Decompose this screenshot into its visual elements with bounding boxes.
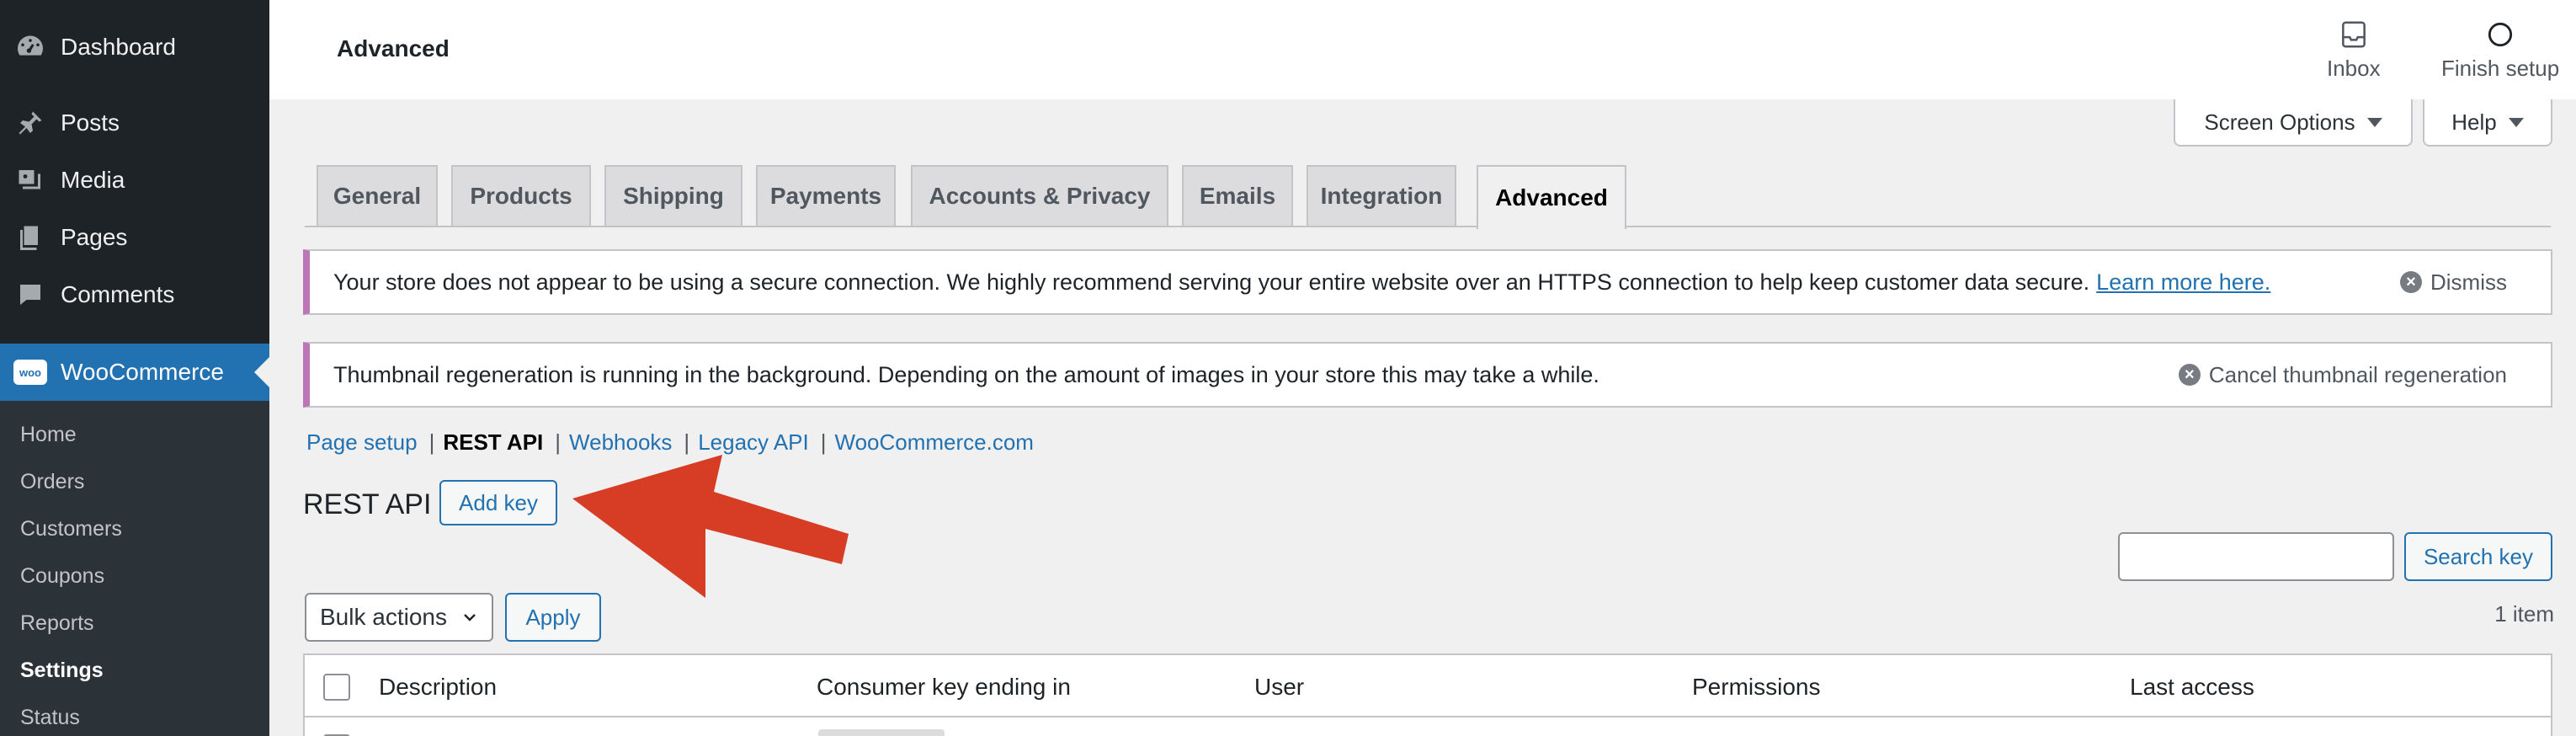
link-rest-api-current[interactable]: REST API bbox=[443, 429, 543, 456]
item-count: 1 item bbox=[2494, 601, 2554, 627]
inbox-icon bbox=[2341, 21, 2366, 48]
secure-connection-notice: Your store does not appear to be using a… bbox=[303, 249, 2552, 315]
submenu-item-home[interactable]: Home bbox=[20, 422, 77, 447]
submenu-item-customers[interactable]: Customers bbox=[20, 516, 122, 541]
bulk-actions-value: Bulk actions bbox=[320, 604, 447, 630]
sidebar-label: Media bbox=[61, 167, 125, 193]
link-webhooks[interactable]: Webhooks bbox=[569, 429, 672, 456]
section-heading: REST API bbox=[303, 488, 432, 520]
tab-shipping[interactable]: Shipping bbox=[604, 165, 742, 226]
chevron-down-icon bbox=[464, 614, 476, 621]
close-circle-icon: × bbox=[2178, 364, 2201, 386]
table-row bbox=[305, 729, 2551, 736]
separator: | bbox=[684, 429, 690, 455]
bulk-actions-select[interactable]: Bulk actions bbox=[305, 593, 493, 642]
page-title: Advanced bbox=[337, 35, 450, 61]
inbox-label: Inbox bbox=[2327, 56, 2381, 81]
column-permissions[interactable]: Permissions bbox=[1692, 674, 1820, 701]
select-all-checkbox[interactable] bbox=[323, 674, 350, 701]
column-consumer-key[interactable]: Consumer key ending in bbox=[817, 674, 1071, 701]
tab-accounts-privacy[interactable]: Accounts & Privacy bbox=[911, 165, 1168, 226]
search-key-button[interactable]: Search key bbox=[2404, 532, 2552, 581]
thumbnail-regeneration-notice: Thumbnail regeneration is running in the… bbox=[303, 342, 2552, 408]
api-keys-table: Description Consumer key ending in User … bbox=[303, 653, 2552, 736]
notice-message: Thumbnail regeneration is running in the… bbox=[333, 361, 1599, 387]
screen-options-label: Screen Options bbox=[2204, 109, 2355, 135]
screen-options-button[interactable]: Screen Options bbox=[2174, 99, 2413, 147]
pages-icon bbox=[0, 222, 61, 253]
help-label: Help bbox=[2451, 109, 2497, 135]
submenu-item-status[interactable]: Status bbox=[20, 705, 80, 730]
sidebar-item-media[interactable]: Media bbox=[0, 152, 269, 209]
cancel-regeneration-button[interactable]: × Cancel thumbnail regeneration bbox=[2178, 361, 2507, 388]
help-button[interactable]: Help bbox=[2423, 99, 2552, 147]
finish-setup-button[interactable]: Finish setup bbox=[2441, 19, 2559, 82]
column-last-access[interactable]: Last access bbox=[2130, 674, 2254, 701]
submenu-item-reports[interactable]: Reports bbox=[20, 611, 94, 636]
link-woocommerce-com[interactable]: WooCommerce.com bbox=[835, 429, 1034, 456]
cancel-regeneration-label: Cancel thumbnail regeneration bbox=[2208, 361, 2507, 387]
sidebar-item-comments[interactable]: Comments bbox=[0, 266, 269, 323]
link-legacy-api[interactable]: Legacy API bbox=[698, 429, 809, 456]
tab-advanced[interactable]: Advanced bbox=[1477, 165, 1626, 229]
comment-icon bbox=[0, 280, 61, 310]
add-key-button[interactable]: Add key bbox=[439, 480, 557, 525]
active-indicator bbox=[254, 357, 269, 387]
page-header: Advanced Inbox Finish setup bbox=[269, 0, 2576, 99]
submenu-item-coupons[interactable]: Coupons bbox=[20, 563, 104, 589]
table-header: Description Consumer key ending in User … bbox=[305, 655, 2551, 717]
learn-more-link[interactable]: Learn more here. bbox=[2096, 269, 2270, 295]
consumer-key-chip bbox=[818, 729, 945, 736]
woocommerce-submenu: Home Orders Customers Coupons Reports Se… bbox=[0, 401, 269, 736]
notice-text: Your store does not appear to be using a… bbox=[333, 269, 2090, 295]
triangle-down-icon bbox=[2366, 117, 2382, 127]
column-description[interactable]: Description bbox=[379, 674, 497, 701]
sidebar-item-dashboard[interactable]: Dashboard bbox=[0, 19, 269, 76]
notice-message: Your store does not appear to be using a… bbox=[333, 269, 2270, 296]
submenu-item-orders[interactable]: Orders bbox=[20, 469, 84, 494]
finish-setup-label: Finish setup bbox=[2441, 56, 2560, 81]
sidebar-item-woocommerce[interactable]: woo WooCommerce bbox=[0, 344, 269, 401]
progress-circle-icon bbox=[2488, 22, 2513, 47]
sidebar-item-posts[interactable]: Posts bbox=[0, 94, 269, 152]
sidebar-label: Dashboard bbox=[61, 34, 176, 60]
dismiss-button[interactable]: × Dismiss bbox=[2400, 269, 2507, 296]
tab-products[interactable]: Products bbox=[451, 165, 591, 226]
woo-icon: woo bbox=[0, 360, 61, 385]
separator: | bbox=[820, 429, 827, 455]
link-page-setup[interactable]: Page setup bbox=[306, 429, 418, 456]
dismiss-label: Dismiss bbox=[2430, 269, 2507, 295]
annotation-arrow-icon bbox=[572, 455, 849, 598]
tab-general[interactable]: General bbox=[317, 165, 438, 226]
triangle-down-icon bbox=[2508, 117, 2524, 127]
sidebar-label: WooCommerce bbox=[61, 359, 224, 385]
close-circle-icon: × bbox=[2400, 271, 2422, 293]
tab-emails[interactable]: Emails bbox=[1182, 165, 1293, 226]
separator: | bbox=[428, 429, 435, 455]
admin-sidebar: Dashboard Posts Media Pages Comments woo… bbox=[0, 0, 269, 736]
submenu-item-settings[interactable]: Settings bbox=[20, 658, 104, 683]
dashboard-icon bbox=[0, 32, 61, 62]
sidebar-label: Pages bbox=[61, 224, 128, 250]
sidebar-label: Comments bbox=[61, 281, 175, 307]
separator: | bbox=[555, 429, 562, 455]
inbox-button[interactable]: Inbox bbox=[2327, 19, 2381, 82]
tab-integration[interactable]: Integration bbox=[1307, 165, 1456, 226]
sidebar-item-pages[interactable]: Pages bbox=[0, 209, 269, 266]
section-links: Page setup | REST API | Webhooks | Legac… bbox=[306, 429, 1034, 456]
tabs-divider bbox=[305, 226, 2551, 227]
sidebar-label: Posts bbox=[61, 109, 120, 136]
column-user[interactable]: User bbox=[1254, 674, 1304, 701]
pin-icon bbox=[0, 108, 61, 138]
woo-logo: woo bbox=[13, 360, 47, 385]
media-icon bbox=[0, 165, 61, 195]
tab-payments[interactable]: Payments bbox=[756, 165, 896, 226]
search-key-input[interactable] bbox=[2118, 532, 2394, 581]
